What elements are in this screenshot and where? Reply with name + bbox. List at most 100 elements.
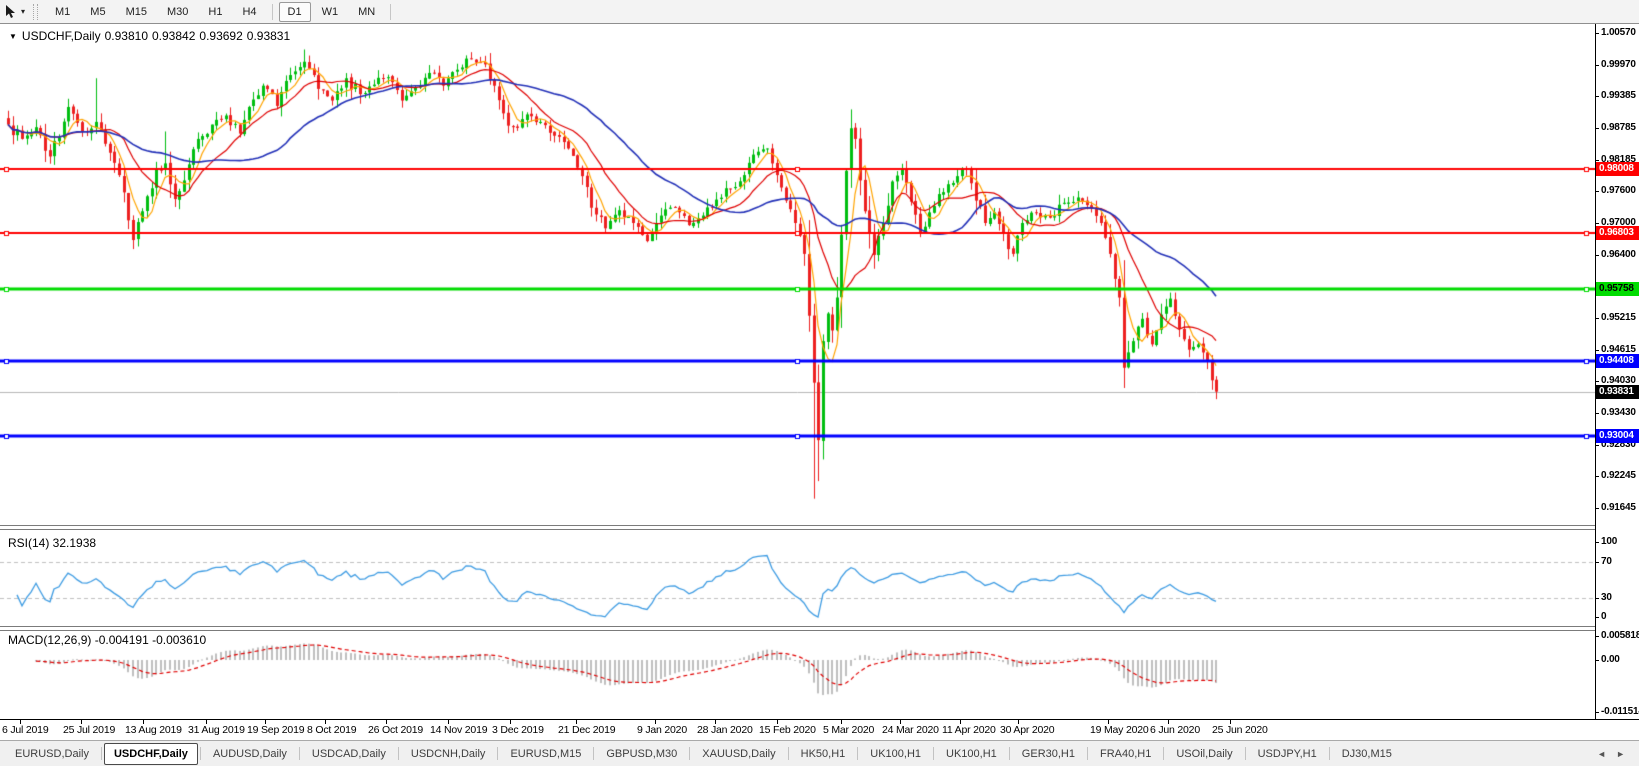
price-tick-label: 0.98785 <box>1596 122 1636 133</box>
tab-separator <box>1163 747 1165 760</box>
tab-separator <box>857 747 859 760</box>
date-label: 11 Apr 2020 <box>942 724 996 736</box>
tab-separator <box>1244 747 1246 760</box>
price-tick-label: 0.96400 <box>1596 248 1636 260</box>
timeframe-m30-button[interactable]: M30 <box>158 2 197 22</box>
tab-usdcad-daily[interactable]: USDCAD,Daily <box>302 743 396 765</box>
timeframe-h1-button[interactable]: H1 <box>199 2 231 22</box>
current-price-flag: 0.93831 <box>1596 384 1639 399</box>
date-label: 14 Nov 2019 <box>430 724 488 736</box>
date-label: 6 Jun 2020 <box>1150 724 1200 736</box>
rsi-scale-label: 70 <box>1596 556 1612 567</box>
price-tick-label: 0.93430 <box>1596 407 1636 418</box>
main-rsi-splitter[interactable] <box>0 525 1639 530</box>
hline-price-flag: 0.95758 <box>1596 282 1639 297</box>
date-label: 25 Jun 2020 <box>1212 724 1268 736</box>
toolbar-separator <box>390 3 392 20</box>
date-label: 15 Feb 2020 <box>759 724 816 736</box>
tab-eurusd-m15[interactable]: EURUSD,M15 <box>500 743 591 765</box>
crosshair-cursor-tool-icon[interactable] <box>2 4 20 20</box>
date-label: 30 Apr 2020 <box>1000 724 1055 736</box>
chart-tab-bar: EURUSD,Daily USDCHF,Daily AUDUSD,Daily USDC… <box>0 740 1639 766</box>
date-label: 6 Jul 2019 <box>2 724 49 736</box>
tab-separator <box>100 747 102 760</box>
tab-separator <box>1008 747 1010 760</box>
tab-separator <box>298 747 300 760</box>
tab-separator <box>497 747 499 760</box>
tab-ger30-h1[interactable]: GER30,H1 <box>1012 743 1085 765</box>
tab-eurusd-daily[interactable]: EURUSD,Daily <box>5 743 99 765</box>
date-label: 13 Aug 2019 <box>125 724 182 736</box>
price-axis[interactable]: 1.00570 0.99970 0.99385 0.98785 0.98185 0.976… <box>1595 24 1639 719</box>
collapse-arrow-icon[interactable]: ▼ <box>9 32 17 41</box>
symbol-period-label: USDCHF,Daily <box>21 29 101 43</box>
tab-separator <box>1328 747 1330 760</box>
date-label: 3 Dec 2019 <box>492 724 544 736</box>
trading-terminal-window: ▾ M1 M5 M15 M30 H1 H4 D1 W1 MN ▼ USDCHF,Daily 0.93… <box>0 0 1639 766</box>
hline-price-flag: 0.94408 <box>1596 353 1639 368</box>
tab-usdcnh-daily[interactable]: USDCNH,Daily <box>401 743 496 765</box>
date-axis[interactable]: 6 Jul 2019 25 Jul 2019 13 Aug 2019 31 Aug 2… <box>0 719 1639 740</box>
hline-price-flag: 0.96803 <box>1596 226 1639 241</box>
tab-separator <box>593 747 595 760</box>
tab-audusd-daily[interactable]: AUDUSD,Daily <box>203 743 297 765</box>
timeframe-toolbar: ▾ M1 M5 M15 M30 H1 H4 D1 W1 MN <box>0 0 1639 24</box>
date-label: 5 Mar 2020 <box>823 724 875 736</box>
tab-separator <box>199 747 201 760</box>
date-label: 24 Mar 2020 <box>882 724 939 736</box>
ohlc-close: 0.93831 <box>246 29 291 43</box>
price-chart-canvas[interactable] <box>0 24 1595 719</box>
timeframe-h4-button[interactable]: H4 <box>233 2 265 22</box>
price-tick-label: 0.99970 <box>1596 58 1636 70</box>
tab-scroll-left-icon[interactable]: ◄ <box>1597 749 1606 759</box>
tab-usoil-daily[interactable]: USOil,Daily <box>1166 743 1242 765</box>
tab-separator <box>397 747 399 760</box>
tab-hk50-h1[interactable]: HK50,H1 <box>791 743 856 765</box>
tab-fra40-h1[interactable]: FRA40,H1 <box>1090 743 1161 765</box>
timeframe-m15-button[interactable]: M15 <box>117 2 156 22</box>
price-tick-label: 1.00570 <box>1596 27 1636 38</box>
date-label: 25 Jul 2019 <box>63 724 116 736</box>
price-tick-label: 0.97600 <box>1596 185 1636 197</box>
hline-price-flag: 0.98008 <box>1596 162 1639 177</box>
rsi-macd-splitter[interactable] <box>0 626 1639 631</box>
tab-usdjpy-h1[interactable]: USDJPY,H1 <box>1248 743 1327 765</box>
date-label: 19 May 2020 <box>1090 724 1149 736</box>
timeframe-d1-button[interactable]: D1 <box>278 1 311 22</box>
tab-dj30-m15[interactable]: DJ30,M15 <box>1332 743 1402 765</box>
ohlc-open: 0.93810 <box>104 29 148 43</box>
macd-scale-label: 0.005818 <box>1595 630 1639 641</box>
rsi-scale-label: 0 <box>1595 611 1607 622</box>
chart-title: ▼ USDCHF,Daily 0.93810 0.93842 0.93692 0.9383… <box>9 29 294 43</box>
timeframe-buttons: M1 M5 M15 M30 H1 H4 D1 W1 MN <box>45 0 396 24</box>
macd-indicator-label: MACD(12,26,9) -0.004191 -0.003610 <box>8 633 207 647</box>
tab-xauusd-daily[interactable]: XAUUSD,Daily <box>692 743 785 765</box>
date-label: 31 Aug 2019 <box>188 724 245 736</box>
rsi-indicator-label: RSI(14) 32.1938 <box>8 536 97 550</box>
date-label: 9 Jan 2020 <box>637 724 687 736</box>
tab-separator <box>933 747 935 760</box>
tab-separator <box>1087 747 1088 760</box>
timeframe-m1-button[interactable]: M1 <box>46 2 79 22</box>
chart-area: ▼ USDCHF,Daily 0.93810 0.93842 0.93692 0.9383… <box>0 24 1639 719</box>
tab-gbpusd-m30[interactable]: GBPUSD,M30 <box>596 743 687 765</box>
tab-separator <box>689 747 691 760</box>
timeframe-w1-button[interactable]: W1 <box>313 2 348 22</box>
date-label: 21 Dec 2019 <box>558 724 616 736</box>
tab-uk100-h1[interactable]: UK100,H1 <box>860 743 931 765</box>
tool-dropdown-arrow-icon[interactable]: ▾ <box>21 7 25 16</box>
price-tick-label: 0.99385 <box>1596 90 1636 102</box>
timeframe-mn-button[interactable]: MN <box>349 2 384 22</box>
hline-price-flag: 0.93004 <box>1596 428 1639 443</box>
rsi-scale-label: 30 <box>1596 592 1612 603</box>
timeframe-m5-button[interactable]: M5 <box>81 2 114 22</box>
toolbar-grip <box>33 3 39 20</box>
tab-scroll-right-icon[interactable]: ► <box>1616 749 1625 759</box>
tab-uk100-h1[interactable]: UK100,H1 <box>936 743 1007 765</box>
date-label: 26 Oct 2019 <box>368 724 424 736</box>
date-label: 28 Jan 2020 <box>697 724 753 736</box>
macd-scale-label: 0.00 <box>1596 654 1620 665</box>
rsi-scale-label: 100 <box>1595 536 1618 547</box>
tab-separator <box>787 747 789 760</box>
tab-usdchf-daily[interactable]: USDCHF,Daily <box>103 742 198 765</box>
